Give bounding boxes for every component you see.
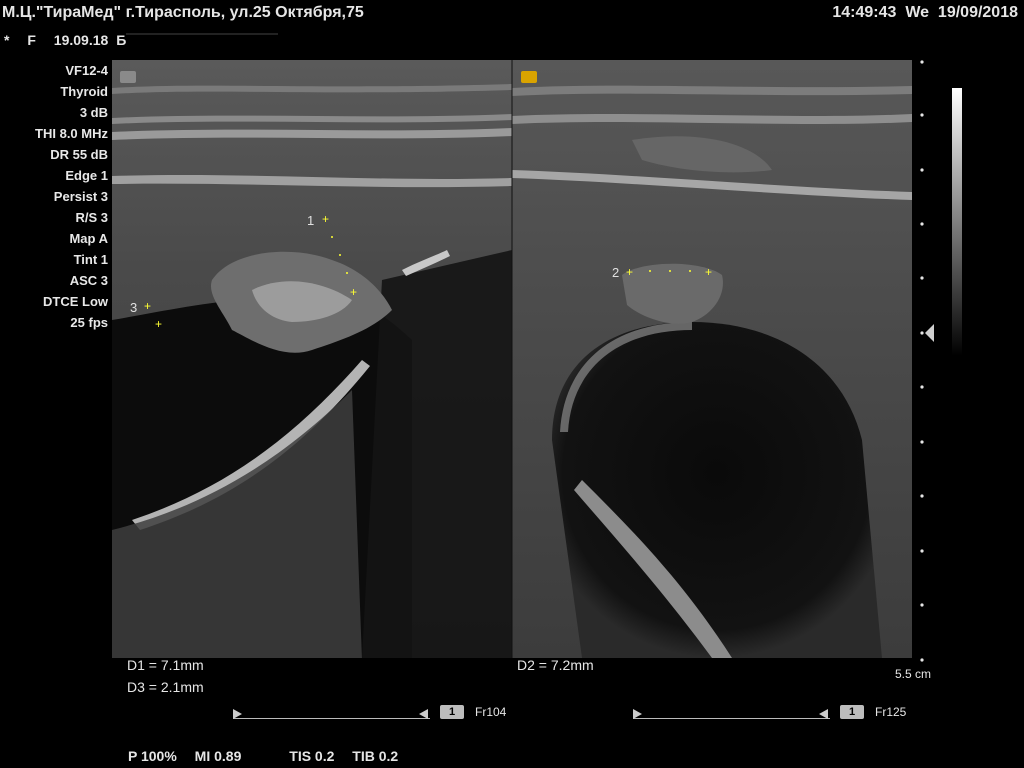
cine-bar-right[interactable]: 1 Fr125 — [633, 704, 933, 722]
cine-end-icon[interactable] — [419, 709, 428, 719]
caliper-start-1: + — [322, 212, 329, 226]
acoustic-output-bar: P 100% MI 0.89 TIS 0.2 TIB 0.2 — [128, 748, 412, 764]
weekday: We — [905, 4, 930, 21]
tib-readout: TIB 0.2 — [352, 748, 399, 764]
measurement-d2: D2 = 7.2mm — [517, 657, 594, 673]
param-gain: 3 dB — [79, 105, 108, 120]
caliper-label-1: 1 — [307, 213, 314, 228]
caliper-end-3: + — [155, 317, 162, 331]
right-ultrasound-panel: 2 + + — [512, 60, 912, 658]
tis-readout: TIS 0.2 — [289, 748, 335, 764]
frame-number: Fr104 — [475, 705, 507, 719]
datetime: 14:49:43 We 19/09/2018 — [832, 4, 1018, 22]
caliper-dot — [689, 270, 691, 272]
param-tint: Tint 1 — [73, 252, 108, 267]
ultrasound-images: 1 + + 3 + + 2 + + — [112, 60, 912, 658]
caliper-end-2: + — [705, 265, 712, 279]
patient-name-redaction — [126, 33, 279, 50]
param-dynamic-range: DR 55 dB — [50, 147, 108, 162]
patient-line: * F 19.09.18 Б — [4, 32, 292, 50]
depth-ruler — [920, 60, 934, 662]
caliper-start-2: + — [626, 265, 633, 279]
caliper-dot — [339, 254, 341, 256]
left-ultrasound-panel: 1 + + 3 + + — [112, 60, 512, 658]
param-probe: VF12-4 — [65, 63, 108, 78]
cine-end-icon[interactable] — [819, 709, 828, 719]
param-map: Map A — [69, 231, 108, 246]
cine-start-icon[interactable] — [633, 709, 642, 719]
orientation-marker-left — [120, 71, 136, 83]
param-edge: Edge 1 — [65, 168, 108, 183]
cine-badge: 1 — [840, 705, 864, 719]
measurement-d1: D1 = 7.1mm — [127, 657, 204, 673]
param-preset: Thyroid — [60, 84, 108, 99]
param-asc: ASC 3 — [69, 273, 108, 288]
patient-initial: Б — [116, 32, 127, 48]
caliper-label-2: 2 — [612, 265, 619, 280]
record-marker: * — [4, 32, 10, 48]
imaging-parameters: VF12-4 Thyroid 3 dB THI 8.0 MHz DR 55 dB… — [0, 60, 108, 333]
param-frequency: THI 8.0 MHz — [35, 126, 108, 141]
frame-number: Fr125 — [875, 705, 907, 719]
param-fps: 25 fps — [70, 315, 108, 330]
caliper-dot — [346, 272, 348, 274]
ultrasound-image-area[interactable]: 1 + + 3 + + 2 + + — [112, 60, 912, 658]
orientation-marker-right — [521, 71, 537, 83]
cine-start-icon[interactable] — [233, 709, 242, 719]
param-persist: Persist 3 — [53, 189, 108, 204]
exam-date: 19.09.18 — [53, 32, 109, 48]
caliper-dot — [669, 270, 671, 272]
date: 19/09/2018 — [937, 4, 1018, 21]
caliper-start-3: + — [144, 299, 151, 313]
param-dtce: DTCE Low — [43, 294, 108, 309]
caliper-dot — [649, 270, 651, 272]
measurement-d3: D3 = 2.1mm — [127, 679, 204, 695]
cine-track[interactable] — [633, 710, 830, 719]
caliper-label-3: 3 — [130, 300, 137, 315]
time: 14:49:43 — [832, 4, 897, 21]
cine-bar-left[interactable]: 1 Fr104 — [233, 704, 533, 722]
caliper-end-1: + — [350, 285, 357, 299]
header-bar: М.Ц."ТираМед" г.Тирасполь, ул.25 Октября… — [0, 0, 1024, 54]
cine-track[interactable] — [233, 710, 430, 719]
grayscale-bar — [952, 88, 962, 356]
depth-readout: 5.5 cm — [895, 667, 932, 681]
clinic-name: М.Ц."ТираМед" г.Тирасполь, ул.25 Октября… — [2, 4, 364, 21]
caliper-dot — [331, 236, 333, 238]
mi-readout: MI 0.89 — [194, 748, 242, 764]
focus-marker-icon — [925, 324, 934, 342]
patient-sex: F — [27, 32, 36, 48]
param-rs: R/S 3 — [75, 210, 108, 225]
power-readout: P 100% — [128, 748, 177, 764]
cine-badge: 1 — [440, 705, 464, 719]
